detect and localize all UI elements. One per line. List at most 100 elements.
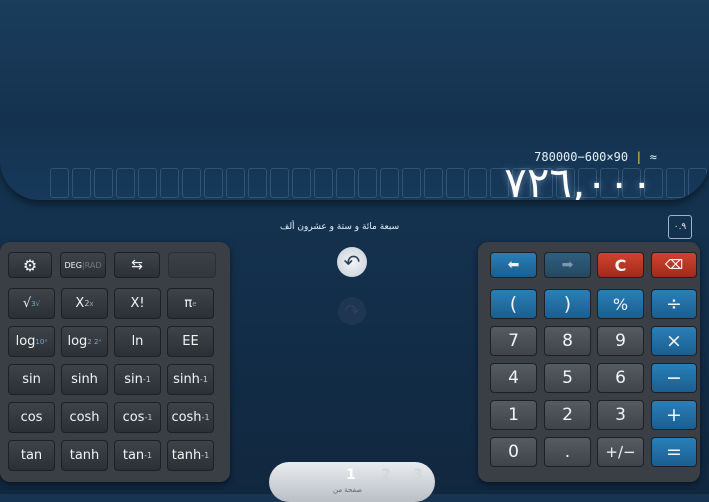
swap-icon: ⇆ <box>131 257 143 273</box>
digit-1-button[interactable]: 1 <box>490 400 537 430</box>
open-paren-button[interactable]: ( <box>490 289 537 319</box>
swap-button[interactable]: ⇆ <box>114 252 160 278</box>
lcd-cell <box>138 168 157 198</box>
lcd-cell <box>270 168 289 198</box>
digit-8-button[interactable]: 8 <box>544 326 591 356</box>
key-label: √ <box>22 296 32 311</box>
page-indicator[interactable]: 1 2 3 صفحة من <box>269 462 435 502</box>
arrow-left-icon: ⬅ <box>507 257 520 273</box>
minus-button[interactable]: − <box>651 363 697 393</box>
clear-button[interactable]: C <box>597 252 644 278</box>
tan-button[interactable]: tan <box>8 440 55 471</box>
square-button[interactable]: X2x <box>61 288 108 319</box>
key-subscript: 3√ <box>31 299 41 308</box>
key-label: X! <box>130 296 145 311</box>
digit-3-button[interactable]: 3 <box>597 400 644 430</box>
digit-0-button[interactable]: 0 <box>490 437 537 467</box>
lcd-cell <box>446 168 465 198</box>
angle-mode-active: DEG <box>64 260 82 270</box>
key-superscript: -1 <box>199 375 208 384</box>
cosh-button[interactable]: cosh <box>61 402 108 433</box>
key-label: log <box>15 334 36 349</box>
key-subscript: x <box>89 299 94 308</box>
pi-button[interactable]: πe <box>167 288 214 319</box>
lcd-cell <box>358 168 377 198</box>
lcd-cell <box>688 168 707 198</box>
key-label: cosh <box>69 410 100 425</box>
key-label: log <box>67 334 88 349</box>
negate-button[interactable]: +/− <box>597 437 644 467</box>
digit-2-button[interactable]: 2 <box>544 400 591 430</box>
key-label: tanh <box>69 448 100 463</box>
key-label: tanh <box>171 448 202 463</box>
number-format-button[interactable]: ٠.٩ <box>668 215 692 239</box>
asin-button[interactable]: sin -1 <box>114 364 161 395</box>
key-superscript: -1 <box>142 375 151 384</box>
acos-button[interactable]: cos -1 <box>114 402 161 433</box>
digit-4-button[interactable]: 4 <box>490 363 537 393</box>
factorial-button[interactable]: X! <box>114 288 161 319</box>
lcd-cell <box>50 168 69 198</box>
undo-button[interactable]: ↶ <box>337 247 367 277</box>
scientific-panel: ⚙ DEG | RAD ⇆ √ 3√ X 2 x X! π e log 10ˣ log 2 2ˣ ln E… <box>0 242 230 482</box>
blank-button <box>168 252 216 278</box>
plus-button[interactable]: + <box>651 400 697 430</box>
display-area: 780000−600×90 | ≈ ٧٢٦,٠٠٠ <box>0 0 709 200</box>
angle-mode-toggle[interactable]: DEG | RAD <box>60 252 106 278</box>
key-label: sin <box>22 372 41 387</box>
result-value: ٧٢٦,٠٠٠ <box>504 158 653 200</box>
divide-button[interactable]: ÷ <box>651 289 697 319</box>
log-button[interactable]: log 10ˣ <box>8 326 55 357</box>
multiply-button[interactable]: × <box>651 326 697 356</box>
digit-7-button[interactable]: 7 <box>490 326 537 356</box>
key-label: tan <box>122 448 145 463</box>
tanh-button[interactable]: tanh <box>61 440 108 471</box>
arrow-right-icon: ➡ <box>561 257 574 273</box>
key-label: tan <box>20 448 43 463</box>
undo-icon: ↶ <box>343 250 361 274</box>
lcd-cell <box>314 168 333 198</box>
lcd-cell <box>402 168 421 198</box>
sinh-button[interactable]: sinh <box>61 364 108 395</box>
key-label: X <box>75 296 85 311</box>
key-label: ln <box>131 334 144 349</box>
result-in-words: سبعة مائة و ستة و عشرون ألف <box>280 222 400 232</box>
cursor-left-button[interactable]: ⬅ <box>490 252 537 278</box>
sin-button[interactable]: sin <box>8 364 55 395</box>
lcd-cell <box>248 168 267 198</box>
redo-button[interactable]: ↷ <box>338 297 366 325</box>
log2-button[interactable]: log 2 2ˣ <box>61 326 108 357</box>
key-label: cosh <box>171 410 202 425</box>
key-superscript: -1 <box>144 413 153 422</box>
page-2[interactable]: 2 <box>381 467 391 483</box>
ln-button[interactable]: ln <box>114 326 161 357</box>
key-label: sin <box>124 372 143 387</box>
atan-button[interactable]: tan -1 <box>114 440 161 471</box>
lcd-cell <box>292 168 311 198</box>
lcd-cell <box>380 168 399 198</box>
settings-button[interactable]: ⚙ <box>8 252 52 278</box>
key-label: sinh <box>71 372 98 387</box>
cos-button[interactable]: cos <box>8 402 55 433</box>
decimal-button[interactable]: . <box>544 437 591 467</box>
backspace-button[interactable]: ⌫ <box>651 252 697 278</box>
digit-6-button[interactable]: 6 <box>597 363 644 393</box>
percent-button[interactable]: % <box>597 289 644 319</box>
page-3[interactable]: 3 <box>413 467 423 483</box>
asinh-button[interactable]: sinh -1 <box>167 364 214 395</box>
key-subscript: e <box>192 299 197 308</box>
lcd-cell <box>94 168 113 198</box>
digit-9-button[interactable]: 9 <box>597 326 644 356</box>
acosh-button[interactable]: cosh -1 <box>167 402 214 433</box>
close-paren-button[interactable]: ) <box>544 289 591 319</box>
sqrt-button[interactable]: √ 3√ <box>8 288 55 319</box>
key-superscript: -1 <box>201 413 210 422</box>
lcd-cell <box>666 168 685 198</box>
ee-button[interactable]: EE <box>167 326 214 357</box>
cursor-right-button[interactable]: ➡ <box>544 252 591 278</box>
atanh-button[interactable]: tanh -1 <box>167 440 214 471</box>
equals-button[interactable]: = <box>651 437 697 467</box>
page-1[interactable]: 1 <box>346 467 356 483</box>
digit-5-button[interactable]: 5 <box>544 363 591 393</box>
key-subscript: 10ˣ <box>35 337 48 346</box>
